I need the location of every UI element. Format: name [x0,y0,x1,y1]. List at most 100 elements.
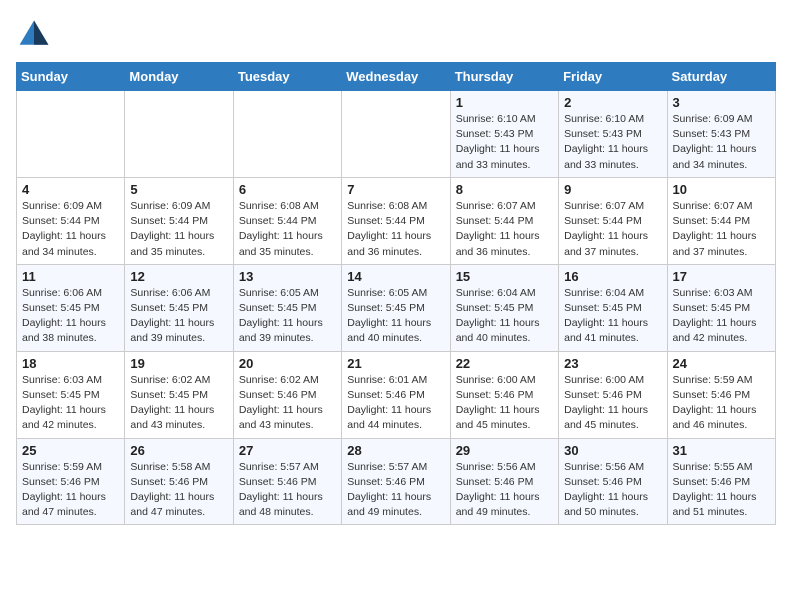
day-info: Sunrise: 5:58 AM Sunset: 5:46 PM Dayligh… [130,460,227,521]
calendar-cell: 28 Sunrise: 5:57 AM Sunset: 5:46 PM Dayli… [342,438,450,525]
day-info: Sunrise: 5:56 AM Sunset: 5:46 PM Dayligh… [564,460,661,521]
day-header-row: SundayMondayTuesdayWednesdayThursdayFrid… [17,63,776,91]
day-info: Sunrise: 5:55 AM Sunset: 5:46 PM Dayligh… [673,460,770,521]
calendar-cell [342,91,450,178]
day-info: Sunrise: 5:59 AM Sunset: 5:46 PM Dayligh… [22,460,119,521]
day-info: Sunrise: 6:03 AM Sunset: 5:45 PM Dayligh… [22,373,119,434]
calendar-cell: 16 Sunrise: 6:04 AM Sunset: 5:45 PM Dayli… [559,264,667,351]
day-number: 3 [673,95,770,110]
calendar-week-row: 18 Sunrise: 6:03 AM Sunset: 5:45 PM Dayli… [17,351,776,438]
day-number: 15 [456,269,553,284]
calendar-cell: 23 Sunrise: 6:00 AM Sunset: 5:46 PM Dayli… [559,351,667,438]
calendar-cell: 30 Sunrise: 5:56 AM Sunset: 5:46 PM Dayli… [559,438,667,525]
calendar-cell: 14 Sunrise: 6:05 AM Sunset: 5:45 PM Dayli… [342,264,450,351]
day-info: Sunrise: 6:07 AM Sunset: 5:44 PM Dayligh… [673,199,770,260]
calendar-cell: 4 Sunrise: 6:09 AM Sunset: 5:44 PM Daylig… [17,177,125,264]
day-number: 14 [347,269,444,284]
day-info: Sunrise: 6:00 AM Sunset: 5:46 PM Dayligh… [456,373,553,434]
day-info: Sunrise: 5:57 AM Sunset: 5:46 PM Dayligh… [239,460,336,521]
calendar-cell: 21 Sunrise: 6:01 AM Sunset: 5:46 PM Dayli… [342,351,450,438]
day-number: 23 [564,356,661,371]
calendar-week-row: 25Sunrise: 5:59 AM Sunset: 5:46 PM Dayli… [17,438,776,525]
day-number: 12 [130,269,227,284]
day-number: 5 [130,182,227,197]
day-info: Sunrise: 6:04 AM Sunset: 5:45 PM Dayligh… [456,286,553,347]
day-number: 27 [239,443,336,458]
day-info: Sunrise: 6:05 AM Sunset: 5:45 PM Dayligh… [347,286,444,347]
day-number: 21 [347,356,444,371]
day-info: Sunrise: 6:07 AM Sunset: 5:44 PM Dayligh… [564,199,661,260]
calendar-cell: 13 Sunrise: 6:05 AM Sunset: 5:45 PM Dayli… [233,264,341,351]
calendar-cell: 31 Sunrise: 5:55 AM Sunset: 5:46 PM Dayli… [667,438,775,525]
day-number: 1 [456,95,553,110]
calendar-week-row: 4 Sunrise: 6:09 AM Sunset: 5:44 PM Daylig… [17,177,776,264]
day-info: Sunrise: 5:57 AM Sunset: 5:46 PM Dayligh… [347,460,444,521]
day-number: 7 [347,182,444,197]
day-number: 16 [564,269,661,284]
calendar-table: SundayMondayTuesdayWednesdayThursdayFrid… [16,62,776,525]
day-info: Sunrise: 6:10 AM Sunset: 5:43 PM Dayligh… [456,112,553,173]
calendar-cell: 25Sunrise: 5:59 AM Sunset: 5:46 PM Dayli… [17,438,125,525]
day-number: 20 [239,356,336,371]
day-info: Sunrise: 6:09 AM Sunset: 5:44 PM Dayligh… [130,199,227,260]
day-number: 28 [347,443,444,458]
calendar-cell: 24Sunrise: 5:59 AM Sunset: 5:46 PM Dayli… [667,351,775,438]
day-number: 26 [130,443,227,458]
day-info: Sunrise: 6:07 AM Sunset: 5:44 PM Dayligh… [456,199,553,260]
day-info: Sunrise: 6:06 AM Sunset: 5:45 PM Dayligh… [130,286,227,347]
day-info: Sunrise: 6:05 AM Sunset: 5:45 PM Dayligh… [239,286,336,347]
calendar-header: SundayMondayTuesdayWednesdayThursdayFrid… [17,63,776,91]
day-info: Sunrise: 6:06 AM Sunset: 5:45 PM Dayligh… [22,286,119,347]
day-number: 6 [239,182,336,197]
day-number: 8 [456,182,553,197]
day-of-week-header: Sunday [17,63,125,91]
calendar-cell: 3 Sunrise: 6:09 AM Sunset: 5:43 PM Daylig… [667,91,775,178]
day-number: 10 [673,182,770,197]
day-info: Sunrise: 6:02 AM Sunset: 5:45 PM Dayligh… [130,373,227,434]
day-number: 4 [22,182,119,197]
day-info: Sunrise: 5:59 AM Sunset: 5:46 PM Dayligh… [673,373,770,434]
day-info: Sunrise: 6:09 AM Sunset: 5:43 PM Dayligh… [673,112,770,173]
day-info: Sunrise: 6:08 AM Sunset: 5:44 PM Dayligh… [239,199,336,260]
day-number: 29 [456,443,553,458]
day-number: 31 [673,443,770,458]
calendar-cell [233,91,341,178]
day-info: Sunrise: 6:08 AM Sunset: 5:44 PM Dayligh… [347,199,444,260]
calendar-body: 1 Sunrise: 6:10 AM Sunset: 5:43 PM Daylig… [17,91,776,525]
logo [16,16,56,52]
calendar-week-row: 1 Sunrise: 6:10 AM Sunset: 5:43 PM Daylig… [17,91,776,178]
day-number: 11 [22,269,119,284]
day-info: Sunrise: 6:01 AM Sunset: 5:46 PM Dayligh… [347,373,444,434]
calendar-cell: 27 Sunrise: 5:57 AM Sunset: 5:46 PM Dayli… [233,438,341,525]
calendar-cell: 15 Sunrise: 6:04 AM Sunset: 5:45 PM Dayli… [450,264,558,351]
calendar-cell: 22 Sunrise: 6:00 AM Sunset: 5:46 PM Dayli… [450,351,558,438]
day-number: 22 [456,356,553,371]
day-of-week-header: Wednesday [342,63,450,91]
day-of-week-header: Thursday [450,63,558,91]
day-info: Sunrise: 6:10 AM Sunset: 5:43 PM Dayligh… [564,112,661,173]
day-number: 18 [22,356,119,371]
calendar-cell: 7 Sunrise: 6:08 AM Sunset: 5:44 PM Daylig… [342,177,450,264]
day-number: 30 [564,443,661,458]
logo-icon [16,16,52,52]
day-of-week-header: Friday [559,63,667,91]
day-info: Sunrise: 6:04 AM Sunset: 5:45 PM Dayligh… [564,286,661,347]
calendar-week-row: 11 Sunrise: 6:06 AM Sunset: 5:45 PM Dayli… [17,264,776,351]
day-info: Sunrise: 6:02 AM Sunset: 5:46 PM Dayligh… [239,373,336,434]
day-info: Sunrise: 6:09 AM Sunset: 5:44 PM Dayligh… [22,199,119,260]
calendar-cell: 2 Sunrise: 6:10 AM Sunset: 5:43 PM Daylig… [559,91,667,178]
day-info: Sunrise: 6:03 AM Sunset: 5:45 PM Dayligh… [673,286,770,347]
calendar-cell: 11 Sunrise: 6:06 AM Sunset: 5:45 PM Dayli… [17,264,125,351]
day-number: 2 [564,95,661,110]
day-of-week-header: Monday [125,63,233,91]
calendar-cell: 17 Sunrise: 6:03 AM Sunset: 5:45 PM Dayli… [667,264,775,351]
calendar-cell: 18 Sunrise: 6:03 AM Sunset: 5:45 PM Dayli… [17,351,125,438]
calendar-cell: 1 Sunrise: 6:10 AM Sunset: 5:43 PM Daylig… [450,91,558,178]
day-number: 13 [239,269,336,284]
day-of-week-header: Saturday [667,63,775,91]
calendar-cell: 8 Sunrise: 6:07 AM Sunset: 5:44 PM Daylig… [450,177,558,264]
day-number: 17 [673,269,770,284]
calendar-cell: 9Sunrise: 6:07 AM Sunset: 5:44 PM Daylig… [559,177,667,264]
calendar-cell: 12 Sunrise: 6:06 AM Sunset: 5:45 PM Dayli… [125,264,233,351]
day-info: Sunrise: 6:00 AM Sunset: 5:46 PM Dayligh… [564,373,661,434]
